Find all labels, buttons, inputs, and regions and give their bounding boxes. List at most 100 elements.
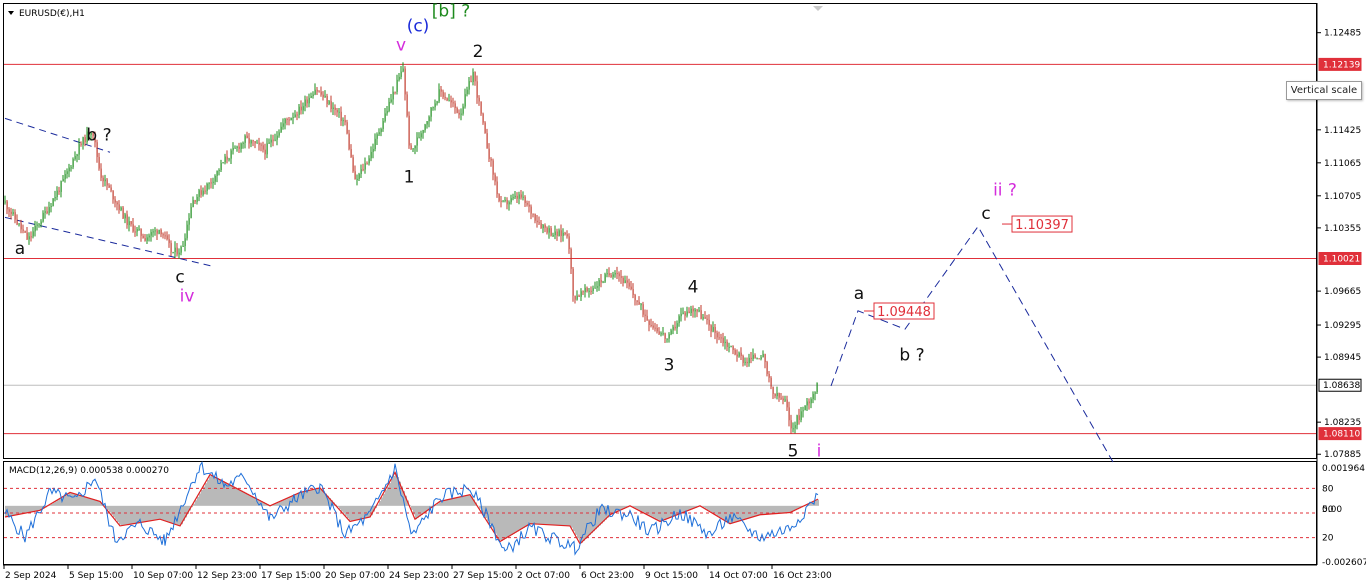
candle-body [714, 327, 716, 333]
macd-histogram-bar [87, 497, 89, 506]
time-tick-label: 6 Oct 23:00 [581, 571, 634, 581]
candle-body [328, 101, 330, 104]
candle-body [396, 79, 398, 92]
macd-histogram-bar [503, 505, 505, 540]
candle-body [734, 349, 736, 355]
macd-histogram-bar [365, 505, 367, 519]
candle-body [736, 354, 738, 357]
macd-histogram-bar [241, 490, 243, 506]
candle-body [572, 268, 574, 296]
macd-histogram-bar [9, 505, 11, 517]
candle-body [432, 107, 434, 109]
macd-histogram-bar [151, 505, 153, 521]
macd-histogram-bar [199, 493, 201, 506]
candle-body [442, 91, 444, 97]
time-tick-label: 10 Sep 07:00 [133, 571, 193, 581]
candle-body [224, 156, 226, 163]
candle-body [326, 96, 328, 104]
candle-body [216, 170, 218, 176]
macd-histogram-bar [119, 505, 121, 525]
candle-body [804, 405, 806, 411]
candle-body [334, 107, 336, 110]
macd-histogram-bar [505, 505, 507, 539]
macd-histogram-bar [515, 505, 517, 533]
macd-histogram-bar [233, 486, 235, 506]
candle-body [226, 156, 228, 160]
candle-body [374, 138, 376, 150]
candle-body [512, 197, 514, 199]
candle-body [648, 320, 650, 326]
macd-histogram-bar [497, 505, 499, 537]
macd-histogram-bar [777, 505, 779, 514]
candle-body [486, 133, 488, 149]
candle-body [58, 190, 60, 192]
candle-body [190, 207, 192, 219]
candle-body [306, 99, 308, 104]
macd-histogram-bar [69, 493, 71, 506]
candle-body [508, 202, 510, 205]
candle-body [164, 235, 166, 237]
candle-body [462, 106, 464, 114]
price-level-label: 1.12139 [1323, 60, 1360, 70]
candle-body [140, 228, 142, 236]
macd-histogram-bar [243, 491, 245, 506]
candle-body [320, 91, 322, 95]
macd-histogram-bar [137, 505, 139, 524]
macd-histogram-bar [537, 505, 539, 525]
candle-body [686, 311, 688, 316]
candle-body [116, 202, 118, 205]
candle-body [138, 228, 140, 230]
candle-body [552, 235, 554, 237]
candle-body [706, 318, 708, 320]
candle-body [248, 138, 250, 144]
candle-body [64, 174, 66, 180]
candle-body [144, 238, 146, 241]
time-tick-label: 14 Oct 07:00 [709, 571, 768, 581]
macd-histogram-bar [547, 505, 549, 525]
candle-body [430, 107, 432, 117]
candle-body [696, 309, 698, 312]
macd-histogram-bar [591, 505, 593, 534]
candle-body [580, 291, 582, 297]
candle-body [492, 160, 494, 175]
macd-histogram-bar [235, 487, 237, 506]
wave-label: 1 [404, 168, 415, 188]
candle-body [18, 223, 20, 225]
macd-histogram-bar [197, 496, 199, 506]
candle-body [376, 134, 378, 139]
candle-body [680, 313, 682, 317]
price-chart[interactable]: EURUSD(€),H1 1.094481.10397 b ?acivv(c)[… [0, 0, 1366, 588]
macd-histogram-bar [309, 490, 311, 506]
wave-label: ii ? [993, 180, 1017, 200]
macd-histogram-bar [559, 505, 561, 526]
candle-body [434, 103, 436, 108]
macd-label: MACD(12,26,9) 0.000538 0.000270 [9, 466, 169, 476]
candle-body [40, 221, 42, 225]
candle-body [800, 411, 802, 421]
candle-body [14, 212, 16, 220]
candle-body [422, 130, 424, 134]
candle-body [780, 397, 782, 399]
candle-body [176, 247, 178, 255]
candle-body [582, 291, 584, 293]
macd-histogram-bar [127, 505, 129, 525]
candle-body [694, 309, 696, 312]
candle-body [560, 230, 562, 236]
macd-histogram-bar [111, 505, 113, 515]
macd-histogram-bar [171, 505, 173, 523]
candle-body [698, 310, 700, 312]
macd-histogram-bar [249, 494, 251, 506]
macd-histogram-bar [19, 505, 21, 515]
candle-body [152, 231, 154, 233]
macd-histogram-bar [351, 505, 353, 522]
candle-body [720, 337, 722, 339]
macd-histogram-bar [645, 505, 647, 514]
macd-histogram-bar [311, 489, 313, 506]
candle-body [270, 139, 272, 143]
macd-histogram-bar [145, 505, 147, 522]
macd-histogram-bar [759, 505, 761, 516]
candle-body [246, 135, 248, 139]
macd-histogram-bar [509, 505, 511, 537]
candle-body [206, 183, 208, 191]
candle-body [266, 143, 268, 155]
